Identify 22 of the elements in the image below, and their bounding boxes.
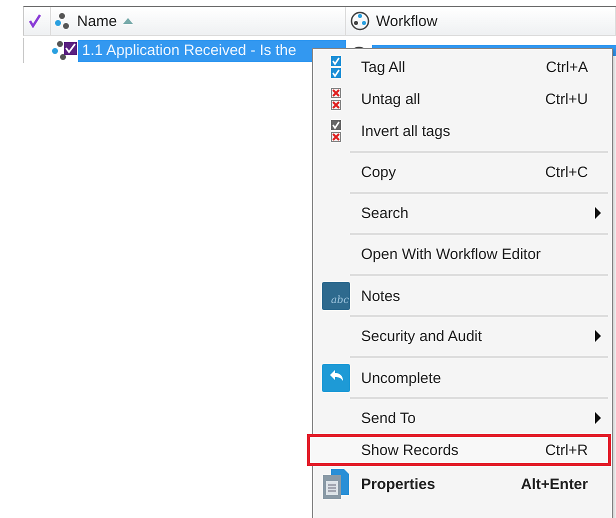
menu-item[interactable]: Untag all Ctrl+U — [307, 83, 611, 115]
menu-item[interactable]: Security and Audit — [307, 320, 611, 352]
menu-item[interactable]: Open With Workflow Editor — [307, 238, 611, 270]
column-header[interactable]: Name — [77, 12, 118, 30]
menu-item[interactable]: abc Notes — [307, 279, 611, 311]
menu-item[interactable]: Uncomplete — [307, 361, 611, 393]
double-cross-icon — [331, 88, 341, 110]
document-icon — [323, 469, 349, 499]
notes-icon: abc — [322, 282, 350, 310]
menu-item[interactable]: Invert all tags — [307, 115, 611, 147]
checkmark-icon — [28, 14, 42, 28]
menu-item[interactable]: Show Records Ctrl+R — [307, 434, 611, 466]
cycle-icon — [350, 11, 370, 31]
dots-icon — [55, 13, 71, 29]
double-checkbox-icon — [331, 56, 341, 78]
menu-item[interactable]: Properties Alt+Enter — [307, 466, 611, 498]
sort-arrow-icon[interactable] — [123, 18, 134, 24]
check-and-cross-icon — [331, 120, 341, 142]
menu-item[interactable]: Copy Ctrl+C — [307, 156, 611, 188]
menu-item[interactable]: Send To — [307, 402, 611, 434]
menu-item[interactable]: Search — [307, 197, 611, 229]
column-header[interactable]: Workflow — [376, 12, 438, 30]
